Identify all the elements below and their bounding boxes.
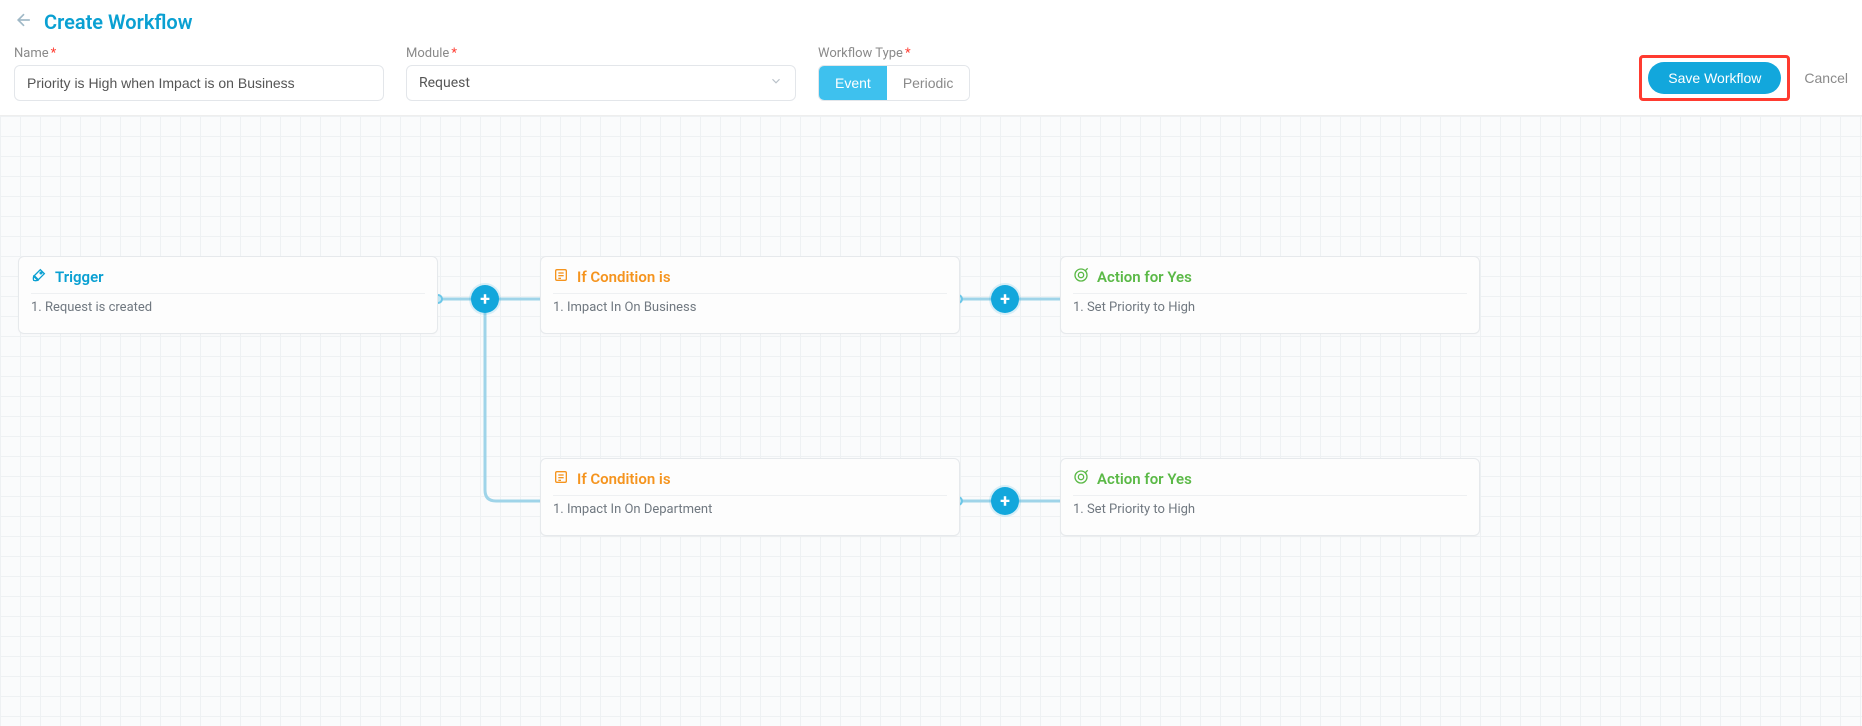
rocket-icon bbox=[31, 267, 47, 287]
add-step-button[interactable]: + bbox=[991, 285, 1019, 313]
add-step-button[interactable]: + bbox=[471, 285, 499, 313]
workflow-type-label: Workflow Type* bbox=[818, 46, 970, 61]
condition-title: If Condition is bbox=[577, 268, 671, 286]
trigger-item: 1. Request is created bbox=[31, 294, 425, 315]
node-action-1[interactable]: Action for Yes 1. Set Priority to High bbox=[1060, 256, 1480, 334]
node-condition-1[interactable]: If Condition is 1. Impact In On Business bbox=[540, 256, 960, 334]
cancel-button[interactable]: Cancel bbox=[1804, 70, 1848, 86]
condition-icon bbox=[553, 267, 569, 287]
action-icon bbox=[1073, 469, 1089, 489]
add-step-button[interactable]: + bbox=[991, 487, 1019, 515]
condition-item: 1. Impact In On Business bbox=[553, 294, 947, 315]
module-select[interactable]: Request bbox=[406, 65, 796, 101]
name-label: Name* bbox=[14, 46, 384, 61]
module-value: Request bbox=[419, 75, 470, 91]
workflow-type-event[interactable]: Event bbox=[819, 66, 887, 100]
condition-icon bbox=[553, 469, 569, 489]
chevron-down-icon bbox=[769, 74, 783, 92]
workflow-type-periodic[interactable]: Periodic bbox=[887, 66, 970, 100]
action-icon bbox=[1073, 267, 1089, 287]
node-condition-2[interactable]: If Condition is 1. Impact In On Departme… bbox=[540, 458, 960, 536]
action-item: 1. Set Priority to High bbox=[1073, 294, 1467, 315]
module-label: Module* bbox=[406, 46, 796, 61]
condition-title: If Condition is bbox=[577, 470, 671, 488]
workflow-canvas[interactable]: + + + Trigger 1. Request is created If C… bbox=[0, 116, 1862, 726]
action-title: Action for Yes bbox=[1097, 470, 1192, 488]
workflow-type-segmented: Event Periodic bbox=[818, 65, 970, 101]
save-button[interactable]: Save Workflow bbox=[1648, 62, 1781, 94]
node-action-2[interactable]: Action for Yes 1. Set Priority to High bbox=[1060, 458, 1480, 536]
action-title: Action for Yes bbox=[1097, 268, 1192, 286]
action-item: 1. Set Priority to High bbox=[1073, 496, 1467, 517]
trigger-title: Trigger bbox=[55, 268, 104, 286]
node-trigger[interactable]: Trigger 1. Request is created bbox=[18, 256, 438, 334]
page-title: Create Workflow bbox=[44, 10, 193, 34]
back-icon[interactable] bbox=[14, 10, 34, 34]
save-highlight: Save Workflow bbox=[1639, 55, 1790, 101]
name-input[interactable] bbox=[14, 65, 384, 101]
condition-item: 1. Impact In On Department bbox=[553, 496, 947, 517]
